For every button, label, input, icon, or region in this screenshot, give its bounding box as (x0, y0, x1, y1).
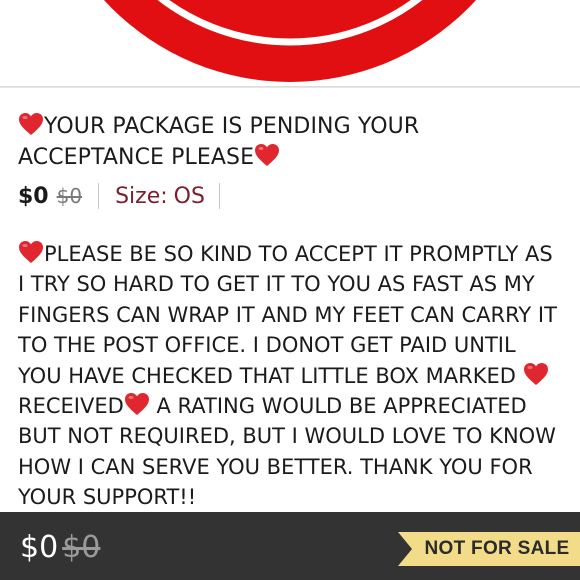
original-price: $0 (56, 184, 83, 208)
description-text-part1: PLEASE BE SO KIND TO ACCEPT IT PROMPTLY … (18, 242, 557, 388)
red-heart-icon (18, 240, 44, 264)
listing-details: YOUR PACKAGE IS PENDING YOUR ACCEPTANCE … (0, 87, 580, 512)
not-for-sale-label: NOT FOR SALE (424, 538, 570, 559)
listing-title-line2: ACCEPTANCE PLEASE (18, 145, 255, 170)
bottom-current-price: $0 (20, 530, 59, 565)
red-heart-icon (523, 362, 549, 386)
size-value[interactable]: OS (174, 184, 205, 209)
divider (218, 183, 220, 209)
current-price: $0 (18, 183, 49, 209)
size-label: Size: (115, 183, 168, 209)
listing-title: YOUR PACKAGE IS PENDING YOUR ACCEPTANCE … (18, 111, 563, 173)
red-heart-icon (18, 112, 44, 136)
red-circle-graphic (104, 0, 476, 82)
description-text-part2: RECEIVED (18, 394, 124, 419)
bottom-original-price: $0 (62, 530, 101, 565)
listing-description: PLEASE BE SO KIND TO ACCEPT IT PROMPTLY … (18, 239, 563, 512)
red-heart-icon (124, 392, 150, 416)
divider (98, 183, 100, 209)
price-size-row: $0 $0 Size: OS (18, 179, 236, 213)
bottom-price: $0 $0 (20, 530, 100, 565)
bottom-price-bar: $0 $0 NOT FOR SALE (0, 512, 580, 580)
not-for-sale-badge: NOT FOR SALE (398, 532, 580, 566)
red-heart-icon (254, 143, 280, 167)
listing-title-line1: YOUR PACKAGE IS PENDING YOUR (44, 114, 420, 139)
listing-cover-image[interactable] (0, 0, 580, 87)
